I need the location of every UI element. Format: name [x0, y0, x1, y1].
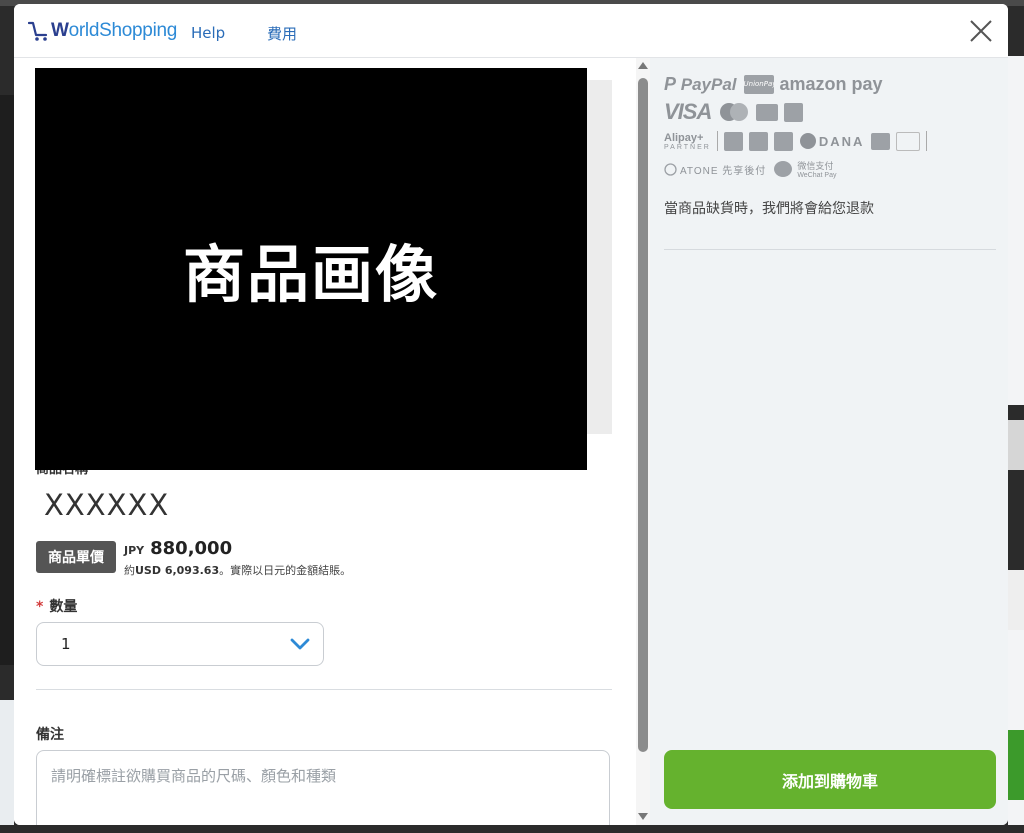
checkout-panel: P PayPal UnionPay amazon pay VISA Alipay…	[650, 58, 1008, 825]
close-icon[interactable]	[968, 18, 994, 44]
background-left-band	[0, 95, 14, 665]
wechat-pay-text: 微信支付	[797, 161, 834, 171]
nav-help-link[interactable]: Help	[191, 24, 225, 42]
quantity-label: * 數量	[36, 596, 77, 616]
payment-icon	[871, 132, 891, 150]
approx-prefix: 約	[124, 564, 135, 577]
chevron-down-icon	[290, 638, 310, 650]
paypal-logo: P PayPal	[664, 74, 737, 95]
payment-logos-row: Alipay+ PARTNER DANA	[664, 126, 994, 156]
unit-price-badge: 商品單價	[36, 541, 116, 573]
payment-logos: P PayPal UnionPay amazon pay VISA Alipay…	[664, 70, 994, 182]
price-currency: JPY	[124, 544, 145, 557]
wechat-pay-text-en: WeChat Pay	[797, 172, 837, 179]
visa-logo: VISA	[664, 99, 712, 124]
background-right-button	[1008, 730, 1024, 800]
atone-logo: ATONE 先享後付	[680, 165, 767, 177]
alipay-partner-text: PARTNER	[664, 143, 711, 151]
unionpay-logo: UnionPay	[743, 74, 774, 94]
price: JPY 880,000	[124, 538, 232, 559]
payment-logos-row: ATONE 先享後付 微信支付 WeChat Pay	[664, 156, 994, 182]
product-name-label: 商品名稱	[36, 470, 88, 478]
scrollbar-thumb[interactable]	[638, 78, 648, 752]
background-right-block	[1008, 570, 1024, 630]
dana-icon	[799, 133, 816, 149]
logo-initial: W	[51, 20, 69, 41]
remarks-label: 備注	[36, 727, 64, 743]
payment-icon	[748, 131, 768, 151]
logo-wordmark: WorldShopping	[51, 20, 177, 42]
background-right-block	[1008, 420, 1024, 470]
cart-icon	[28, 21, 48, 41]
quantity-label-text: 數量	[49, 599, 78, 615]
jcb-icon	[756, 103, 779, 121]
background-right-block	[1008, 470, 1024, 570]
mastercard-icon	[720, 103, 749, 121]
alipay-icon	[723, 131, 743, 151]
add-to-cart-button[interactable]: 添加到購物車	[664, 750, 996, 809]
alipay-text: Alipay+	[664, 131, 704, 144]
logo-separator	[926, 131, 928, 151]
wechat-pay-icon	[774, 161, 793, 177]
wechat-pay-logo: 微信支付 WeChat Pay	[797, 159, 836, 179]
worldshopping-logo[interactable]: WorldShopping	[28, 16, 177, 46]
approx-note: 。實際以日元的金額結賬。	[219, 564, 352, 577]
paypal-text: PayPal	[680, 74, 737, 94]
dana-text: DANA	[818, 133, 865, 149]
amazon-pay-logo: amazon pay	[779, 73, 883, 94]
quantity-value: 1	[61, 635, 71, 653]
payment-logos-row: P PayPal UnionPay amazon pay	[664, 70, 994, 98]
product-details: 商品画像 商品名稱 XXXXXX 商品單價 JPY 880,000 約USD 6…	[14, 58, 636, 825]
payment-logos-row: VISA	[664, 98, 994, 126]
scroll-up-arrow[interactable]	[638, 62, 648, 69]
logo-separator	[716, 131, 718, 151]
product-name: XXXXXX	[44, 488, 170, 522]
nav-fees-link[interactable]: 費用	[267, 23, 297, 44]
product-image: 商品画像	[35, 68, 587, 470]
approx-price: 約USD 6,093.63。實際以日元的金額結賬。	[124, 562, 351, 578]
alipay-plus-logo: Alipay+ PARTNER	[664, 132, 711, 151]
paypal-glyph: P	[664, 73, 677, 94]
panel-divider	[664, 249, 996, 250]
refund-notice: 當商品缺貨時，我們將會給您退款	[664, 201, 874, 217]
quantity-select[interactable]: 1	[36, 622, 324, 666]
product-image-caption: 商品画像	[182, 238, 439, 311]
modal-header: WorldShopping Help 費用	[14, 4, 1008, 58]
scrollbar[interactable]	[636, 58, 650, 825]
section-divider	[36, 689, 612, 690]
required-mark: *	[36, 599, 44, 615]
background-left-panel	[0, 700, 14, 825]
payment-icon	[773, 131, 793, 151]
atone-icon	[664, 162, 677, 176]
remarks-input[interactable]	[36, 750, 610, 825]
background-bottom-strip	[0, 825, 1024, 833]
scroll-down-arrow[interactable]	[638, 813, 648, 820]
amex-icon	[784, 102, 804, 122]
approx-usd: USD 6,093.63	[135, 564, 220, 577]
truemoney-icon	[896, 131, 921, 151]
product-modal: WorldShopping Help 費用 商品画像 商品名稱 XXXXXX 商…	[14, 4, 1008, 825]
background-right-block	[1008, 405, 1024, 420]
price-value: 880,000	[150, 538, 233, 559]
logo-rest: orldShopping	[68, 20, 178, 41]
